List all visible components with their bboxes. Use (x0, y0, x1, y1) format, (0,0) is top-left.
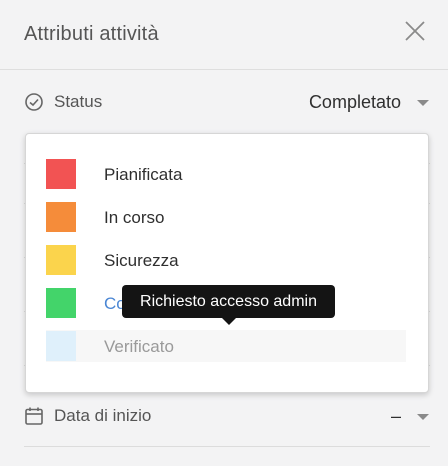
status-option-label: Pianificata (104, 165, 183, 184)
divider (24, 446, 430, 447)
status-color-swatch (46, 245, 76, 275)
status-option-in-corso[interactable]: In corso (46, 201, 406, 233)
start-date-value[interactable]: – (391, 406, 401, 427)
status-value[interactable]: Completato (309, 92, 401, 113)
status-color-swatch (46, 331, 76, 361)
status-caret-icon[interactable] (417, 100, 429, 106)
status-option-label: Verificato (104, 337, 174, 356)
calendar-icon (24, 406, 44, 426)
status-color-swatch (46, 159, 76, 189)
panel-header: Attributi attività (0, 0, 448, 70)
check-circle-icon (24, 92, 44, 112)
status-label: Status (54, 92, 103, 111)
status-option-label: Sicurezza (104, 251, 179, 270)
status-row[interactable]: Status Completato (24, 72, 429, 132)
start-date-label: Data di inizio (54, 406, 152, 425)
status-color-swatch (46, 288, 76, 318)
panel-title: Attributi attività (24, 23, 159, 45)
status-color-swatch (46, 202, 76, 232)
status-dropdown: Pianificata In corso Sicurezza Co Verifi… (25, 133, 429, 393)
status-option-label: In corso (104, 208, 165, 227)
close-icon[interactable] (404, 20, 426, 42)
status-option-verificato[interactable]: Verificato (46, 330, 406, 362)
tooltip-arrow (222, 318, 236, 325)
start-date-caret-icon[interactable] (417, 414, 429, 420)
status-option-pianificata[interactable]: Pianificata (46, 158, 406, 190)
start-date-row[interactable]: Data di inizio – (24, 386, 429, 446)
status-option-sicurezza[interactable]: Sicurezza (46, 244, 406, 276)
tooltip: Richiesto accesso admin (122, 285, 335, 318)
